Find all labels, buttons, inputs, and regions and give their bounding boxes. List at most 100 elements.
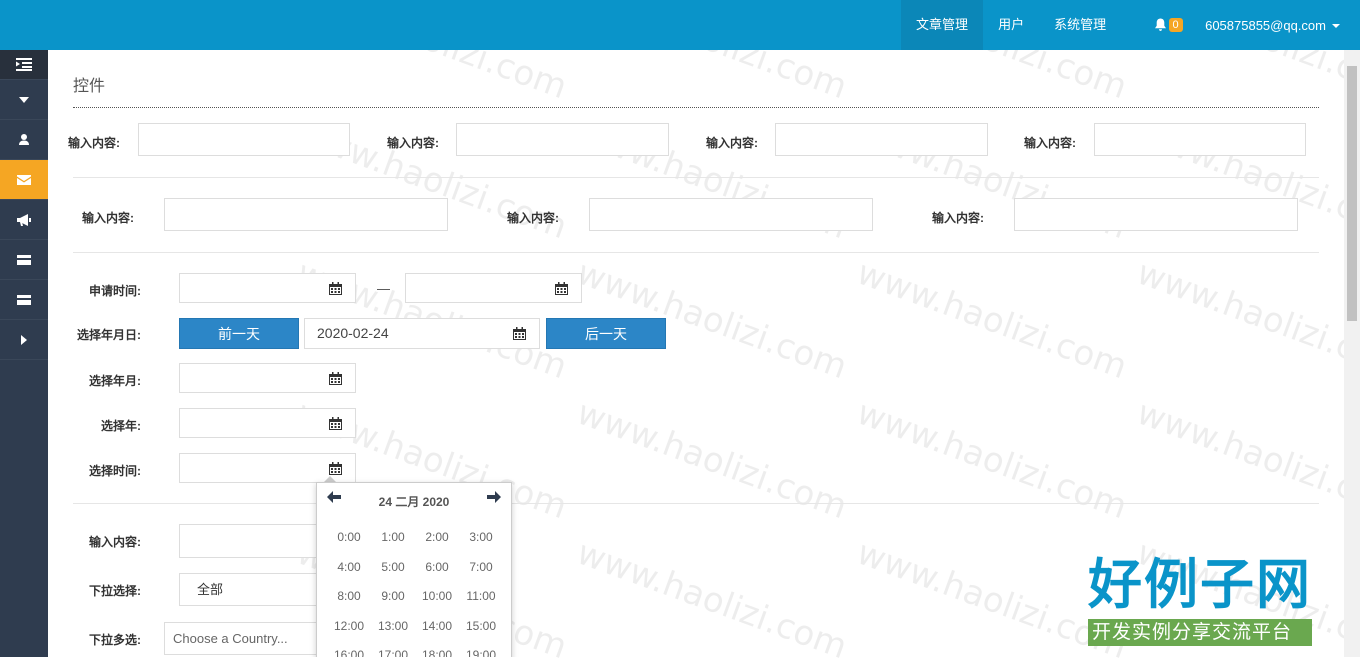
- dropdown-select[interactable]: 全部: [179, 573, 319, 606]
- site-logo: 好例子网 开发实例分享交流平台: [1088, 555, 1312, 646]
- logo-sub-text: 开发实例分享交流平台: [1088, 619, 1312, 646]
- hour-option[interactable]: 9:00: [371, 582, 415, 612]
- hour-option[interactable]: 5:00: [371, 553, 415, 583]
- input-content-label: 输入内容:: [89, 535, 141, 549]
- select-year-label: 选择年:: [101, 419, 141, 433]
- apply-time-end-input[interactable]: [405, 273, 543, 303]
- select-time-calendar-button[interactable]: [316, 453, 356, 483]
- time-picker-header[interactable]: 24 二月 2020: [317, 493, 511, 510]
- row1-input-1[interactable]: [138, 123, 350, 156]
- scrollbar[interactable]: [1344, 50, 1360, 657]
- credit-card-icon: [17, 294, 31, 305]
- title-divider: [73, 107, 1319, 108]
- multiselect-input[interactable]: Choose a Country...: [164, 622, 319, 655]
- sidebar-toggle[interactable]: [0, 50, 48, 80]
- row2-input-3[interactable]: [1014, 198, 1298, 231]
- apply-time-start-calendar-button[interactable]: [316, 273, 356, 303]
- calendar-icon: [329, 371, 342, 385]
- user-email: 605875855@qq.com: [1205, 17, 1326, 33]
- user-menu[interactable]: 605875855@qq.com: [1193, 18, 1360, 33]
- select-year-calendar-button[interactable]: [316, 408, 356, 438]
- page-title: 控件: [73, 78, 106, 95]
- select-month-calendar-button[interactable]: [316, 363, 356, 393]
- select-year-input[interactable]: [179, 408, 317, 438]
- section-divider-1: [73, 177, 1319, 178]
- hour-option[interactable]: 16:00: [327, 641, 371, 657]
- input-content-field[interactable]: [179, 524, 319, 558]
- hour-option[interactable]: 19:00: [459, 641, 503, 657]
- notification-badge: 0: [1168, 18, 1183, 32]
- select-time-input[interactable]: [179, 453, 317, 483]
- calendar-icon: [329, 416, 342, 430]
- hour-option[interactable]: 11:00: [459, 582, 503, 612]
- hour-option[interactable]: 17:00: [371, 641, 415, 657]
- bell-icon: [1154, 18, 1166, 31]
- calendar-icon: [555, 281, 568, 295]
- dropdown-value: 全部: [197, 582, 224, 597]
- row2-label-3: 输入内容:: [932, 211, 984, 225]
- sidebar-item-more[interactable]: [0, 320, 48, 360]
- multiselect-label: 下拉多选:: [89, 633, 141, 647]
- nav-system-management[interactable]: 系统管理: [1039, 0, 1121, 50]
- hour-option[interactable]: 13:00: [371, 612, 415, 642]
- row1-input-2[interactable]: [456, 123, 669, 156]
- hour-option[interactable]: 2:00: [415, 523, 459, 553]
- select-month-input[interactable]: [179, 363, 317, 393]
- date-calendar-button[interactable]: [500, 318, 540, 349]
- hour-option[interactable]: 4:00: [327, 553, 371, 583]
- apply-time-label: 申请时间:: [89, 284, 141, 298]
- envelope-icon: [17, 174, 31, 185]
- notifications-button[interactable]: 0: [1143, 0, 1193, 50]
- apply-time-start-input[interactable]: [179, 273, 317, 303]
- calendar-icon: [513, 327, 526, 340]
- hour-grid: 0:00 1:00 2:00 3:00 4:00 5:00 6:00 7:00 8:00 9:00…: [327, 523, 503, 657]
- calendar-icon: [329, 281, 342, 295]
- prev-day-button[interactable]: 前一天: [179, 318, 299, 349]
- sidebar-item-card-2[interactable]: [0, 280, 48, 320]
- row2-input-2[interactable]: [589, 198, 873, 231]
- top-navbar: 文章管理 用户 系统管理 0 605875855@qq.com: [0, 0, 1360, 50]
- chevron-down-icon: [19, 96, 29, 103]
- select-date-label: 选择年月日:: [77, 328, 141, 342]
- credit-card-icon: [17, 254, 31, 265]
- time-picker-popup: 24 二月 2020 0:00 1:00 2:00 3:00 4:00 5:00 6:00 7…: [316, 482, 512, 657]
- calendar-icon: [329, 461, 342, 475]
- arrow-right-icon: [487, 491, 501, 503]
- sidebar-item-user[interactable]: [0, 120, 48, 160]
- nav-article-management[interactable]: 文章管理: [901, 0, 984, 50]
- hour-option[interactable]: 12:00: [327, 612, 371, 642]
- sidebar-item-announce[interactable]: [0, 200, 48, 240]
- sidebar-item-card-1[interactable]: [0, 240, 48, 280]
- row1-label-4: 输入内容:: [1024, 136, 1076, 150]
- dropdown-label: 下拉选择:: [89, 584, 141, 598]
- indent-icon: [16, 58, 32, 71]
- apply-time-end-calendar-button[interactable]: [542, 273, 582, 303]
- hour-option[interactable]: 14:00: [415, 612, 459, 642]
- scrollbar-thumb[interactable]: [1347, 66, 1357, 321]
- hour-option[interactable]: 8:00: [327, 582, 371, 612]
- hour-option[interactable]: 6:00: [415, 553, 459, 583]
- date-input[interactable]: 2020-02-24: [304, 318, 501, 349]
- hour-option[interactable]: 10:00: [415, 582, 459, 612]
- select-month-label: 选择年月:: [89, 374, 141, 388]
- hour-option[interactable]: 3:00: [459, 523, 503, 553]
- hour-option[interactable]: 18:00: [415, 641, 459, 657]
- hour-option[interactable]: 15:00: [459, 612, 503, 642]
- next-arrow-button[interactable]: [487, 491, 501, 506]
- row2-input-1[interactable]: [164, 198, 448, 231]
- sidebar-item-expand[interactable]: [0, 80, 48, 120]
- date-value: 2020-02-24: [317, 325, 389, 341]
- hour-option[interactable]: 0:00: [327, 523, 371, 553]
- row1-input-4[interactable]: [1094, 123, 1306, 156]
- next-day-button[interactable]: 后一天: [546, 318, 666, 349]
- section-divider-2: [73, 252, 1319, 253]
- sidebar-item-mail[interactable]: [0, 160, 48, 200]
- nav-users[interactable]: 用户: [983, 0, 1039, 50]
- row1-input-3[interactable]: [775, 123, 988, 156]
- caret-down-icon: [1332, 24, 1340, 29]
- hour-option[interactable]: 1:00: [371, 523, 415, 553]
- logo-main-text: 好例子网: [1088, 553, 1312, 616]
- row1-label-2: 输入内容:: [387, 136, 439, 150]
- hour-option[interactable]: 7:00: [459, 553, 503, 583]
- bullhorn-icon: [17, 213, 31, 226]
